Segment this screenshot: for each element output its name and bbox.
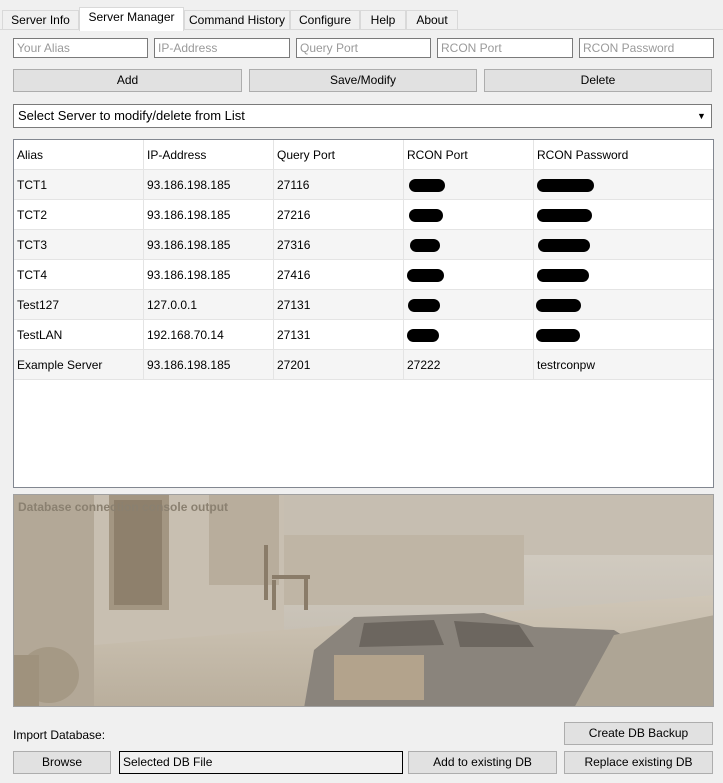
cell-alias: TestLAN (14, 320, 144, 350)
cell-rcon-password (534, 290, 713, 320)
ip-address-input[interactable] (154, 38, 290, 58)
tab-server-info[interactable]: Server Info (2, 10, 79, 30)
cell-alias: Example Server (14, 350, 144, 380)
table-row[interactable]: TCT3 93.186.198.185 27316 (14, 230, 713, 260)
table-row[interactable]: Example Server 93.186.198.185 27201 2722… (14, 350, 713, 380)
rcon-password-input[interactable] (579, 38, 714, 58)
redaction-mark (410, 239, 440, 252)
cell-query-port: 27316 (274, 230, 404, 260)
cell-query-port: 27131 (274, 320, 404, 350)
column-header-rcon-port[interactable]: RCON Port (404, 140, 534, 170)
cell-rcon-port: 27222 (404, 350, 534, 380)
cell-ip-address: 192.168.70.14 (144, 320, 274, 350)
column-header-alias[interactable]: Alias (14, 140, 144, 170)
alias-input[interactable] (13, 38, 148, 58)
cell-query-port: 27416 (274, 260, 404, 290)
column-header-ip-address[interactable]: IP-Address (144, 140, 274, 170)
cell-ip-address: 93.186.198.185 (144, 170, 274, 200)
cell-alias: TCT3 (14, 230, 144, 260)
cell-rcon-port (404, 260, 534, 290)
redaction-mark (409, 179, 445, 192)
cell-ip-address: 93.186.198.185 (144, 350, 274, 380)
redaction-mark (407, 329, 439, 342)
redaction-mark (537, 209, 592, 222)
column-header-query-port[interactable]: Query Port (274, 140, 404, 170)
tab-about[interactable]: About (406, 10, 458, 30)
cell-alias: TCT1 (14, 170, 144, 200)
add-button[interactable]: Add (13, 69, 242, 92)
cell-query-port: 27131 (274, 290, 404, 320)
cell-query-port: 27201 (274, 350, 404, 380)
redaction-mark (538, 239, 590, 252)
tab-help[interactable]: Help (360, 10, 406, 30)
cell-query-port: 27216 (274, 200, 404, 230)
cell-alias: TCT4 (14, 260, 144, 290)
redaction-mark (536, 299, 581, 312)
browse-button[interactable]: Browse (13, 751, 111, 774)
tab-strip: Server Info Server Manager Command Histo… (0, 7, 723, 31)
cell-rcon-password (534, 230, 713, 260)
import-database-label: Import Database: (13, 728, 106, 742)
save-modify-button[interactable]: Save/Modify (249, 69, 477, 92)
cell-ip-address: 93.186.198.185 (144, 230, 274, 260)
create-db-backup-button[interactable]: Create DB Backup (564, 722, 713, 745)
table-row[interactable]: TCT4 93.186.198.185 27416 (14, 260, 713, 290)
cell-rcon-port (404, 200, 534, 230)
add-to-existing-db-button[interactable]: Add to existing DB (408, 751, 557, 774)
cell-ip-address: 93.186.198.185 (144, 200, 274, 230)
selected-db-file-field[interactable]: Selected DB File (119, 751, 403, 774)
cell-ip-address: 127.0.0.1 (144, 290, 274, 320)
redaction-mark (407, 269, 444, 282)
redaction-mark (536, 329, 580, 342)
cell-rcon-port (404, 230, 534, 260)
table-row[interactable]: TCT2 93.186.198.185 27216 (14, 200, 713, 230)
tab-configure[interactable]: Configure (290, 10, 360, 30)
cell-query-port: 27116 (274, 170, 404, 200)
cell-rcon-port (404, 170, 534, 200)
cell-rcon-port (404, 290, 534, 320)
cell-rcon-password: testrconpw (537, 358, 596, 372)
cell-rcon-password (534, 200, 713, 230)
query-port-input[interactable] (296, 38, 431, 58)
cell-rcon-password (534, 170, 713, 200)
cell-alias: Test127 (14, 290, 144, 320)
replace-existing-db-button[interactable]: Replace existing DB (564, 751, 713, 774)
cell-rcon-password (534, 260, 713, 290)
console-title: Database connection console output (18, 500, 229, 514)
tab-command-history[interactable]: Command History (184, 10, 290, 30)
console-background-image (14, 495, 713, 706)
tab-server-manager[interactable]: Server Manager (79, 7, 184, 31)
table-header-row: Alias IP-Address Query Port RCON Port RC… (14, 140, 713, 170)
redaction-mark (408, 299, 440, 312)
server-select-dropdown[interactable]: Select Server to modify/delete from List… (13, 104, 712, 128)
cell-rcon-password (534, 320, 713, 350)
redaction-mark (409, 209, 443, 222)
chevron-down-icon[interactable]: ▼ (693, 106, 710, 126)
redaction-mark (537, 179, 594, 192)
server-select-value: Select Server to modify/delete from List (18, 108, 245, 123)
cell-rcon-port (404, 320, 534, 350)
cell-ip-address: 93.186.198.185 (144, 260, 274, 290)
table-row[interactable]: Test127 127.0.0.1 27131 (14, 290, 713, 320)
column-header-rcon-password[interactable]: RCON Password (534, 140, 713, 170)
table-row[interactable]: TCT1 93.186.198.185 27116 (14, 170, 713, 200)
table-row[interactable]: TestLAN 192.168.70.14 27131 (14, 320, 713, 350)
cell-alias: TCT2 (14, 200, 144, 230)
server-table[interactable]: Alias IP-Address Query Port RCON Port RC… (13, 139, 714, 488)
delete-button[interactable]: Delete (484, 69, 712, 92)
redaction-mark (537, 269, 589, 282)
rcon-port-input[interactable] (437, 38, 573, 58)
db-console-output[interactable]: Database connection console output (13, 494, 714, 707)
